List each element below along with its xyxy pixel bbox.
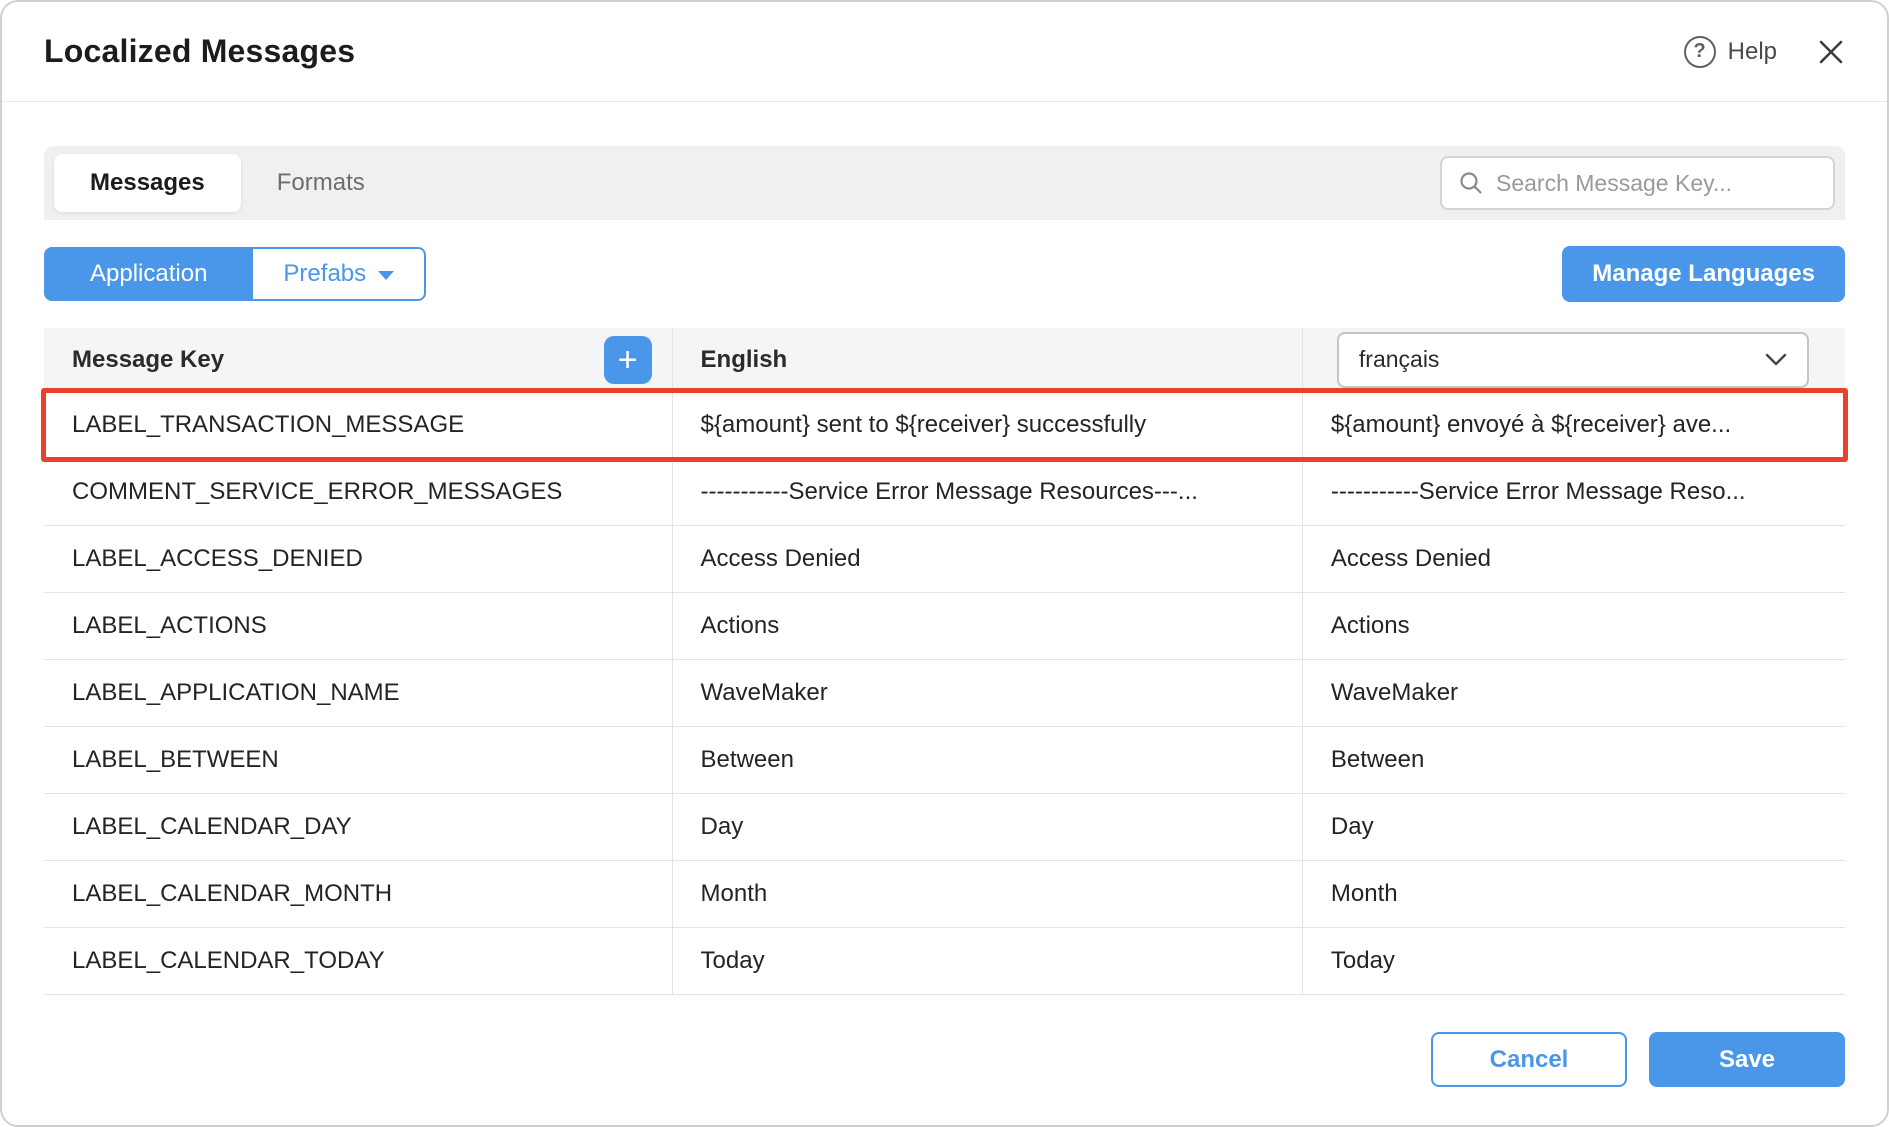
messages-table: Message Key + English français: [44, 328, 1845, 995]
cell-translation[interactable]: Between: [1303, 727, 1845, 793]
table-row[interactable]: LABEL_CALENDAR_MONTH Month Month: [44, 861, 1845, 928]
table-row[interactable]: LABEL_APPLICATION_NAME WaveMaker WaveMak…: [44, 660, 1845, 727]
table-header-row: Message Key + English français: [44, 328, 1845, 392]
cell-translation[interactable]: Actions: [1303, 593, 1845, 659]
manage-languages-button[interactable]: Manage Languages: [1562, 246, 1845, 302]
dialog-header: Localized Messages ? Help: [2, 2, 1887, 102]
close-icon: [1817, 38, 1845, 66]
tab-messages[interactable]: Messages: [54, 154, 241, 212]
search-icon: [1458, 170, 1484, 196]
table-row[interactable]: LABEL_CALENDAR_TODAY Today Today: [44, 928, 1845, 995]
cell-message-key[interactable]: LABEL_APPLICATION_NAME: [44, 660, 673, 726]
help-button[interactable]: ? Help: [1684, 36, 1777, 68]
cell-english[interactable]: ${amount} sent to ${receiver} successful…: [673, 392, 1303, 458]
close-button[interactable]: [1817, 38, 1845, 66]
cell-message-key[interactable]: LABEL_ACTIONS: [44, 593, 673, 659]
column-header-message-key: Message Key +: [44, 328, 673, 391]
cell-translation[interactable]: Today: [1303, 928, 1845, 994]
plus-icon: +: [618, 343, 638, 377]
cell-message-key[interactable]: LABEL_ACCESS_DENIED: [44, 526, 673, 592]
cell-english[interactable]: Access Denied: [673, 526, 1303, 592]
cell-english[interactable]: -----------Service Error Message Resourc…: [673, 459, 1303, 525]
english-header-label: English: [701, 346, 788, 374]
column-header-english: English: [673, 328, 1303, 391]
cell-message-key[interactable]: LABEL_CALENDAR_TODAY: [44, 928, 673, 994]
dialog-content: Messages Formats Application Prefabs Man…: [2, 102, 1887, 995]
cell-english[interactable]: Between: [673, 727, 1303, 793]
language-select[interactable]: français: [1337, 332, 1809, 388]
table-row[interactable]: LABEL_TRANSACTION_MESSAGE ${amount} sent…: [44, 392, 1845, 459]
cell-message-key[interactable]: LABEL_CALENDAR_MONTH: [44, 861, 673, 927]
cell-message-key[interactable]: LABEL_TRANSACTION_MESSAGE: [44, 392, 673, 458]
column-header-language: français: [1303, 328, 1845, 391]
cancel-button[interactable]: Cancel: [1431, 1032, 1627, 1087]
scope-toggle: Application Prefabs: [44, 247, 426, 301]
help-icon: ?: [1684, 36, 1716, 68]
cell-translation[interactable]: Access Denied: [1303, 526, 1845, 592]
language-select-value: français: [1359, 346, 1440, 373]
localized-messages-dialog: Localized Messages ? Help Messages Forma…: [0, 0, 1889, 1127]
search-input[interactable]: [1496, 170, 1817, 197]
dialog-footer: Cancel Save: [1431, 1032, 1845, 1087]
cell-translation[interactable]: Day: [1303, 794, 1845, 860]
cell-english[interactable]: WaveMaker: [673, 660, 1303, 726]
table-row[interactable]: COMMENT_SERVICE_ERROR_MESSAGES ---------…: [44, 459, 1845, 526]
cell-english[interactable]: Today: [673, 928, 1303, 994]
save-button[interactable]: Save: [1649, 1032, 1845, 1087]
cell-english[interactable]: Actions: [673, 593, 1303, 659]
add-message-key-button[interactable]: +: [604, 336, 652, 384]
cell-english[interactable]: Day: [673, 794, 1303, 860]
prefabs-button[interactable]: Prefabs: [253, 247, 426, 301]
cell-english[interactable]: Month: [673, 861, 1303, 927]
cell-translation[interactable]: Month: [1303, 861, 1845, 927]
cell-translation[interactable]: -----------Service Error Message Reso...: [1303, 459, 1845, 525]
table-row[interactable]: LABEL_ACTIONS Actions Actions: [44, 593, 1845, 660]
search-box[interactable]: [1440, 156, 1835, 210]
table-row[interactable]: LABEL_BETWEEN Between Between: [44, 727, 1845, 794]
tab-formats[interactable]: Formats: [241, 154, 401, 212]
help-label: Help: [1728, 38, 1777, 66]
application-button[interactable]: Application: [44, 247, 253, 301]
message-key-header-label: Message Key: [72, 346, 224, 374]
table-body: LABEL_TRANSACTION_MESSAGE ${amount} sent…: [44, 392, 1845, 995]
cell-translation[interactable]: WaveMaker: [1303, 660, 1845, 726]
table-row[interactable]: LABEL_CALENDAR_DAY Day Day: [44, 794, 1845, 861]
cell-translation[interactable]: ${amount} envoyé à ${receiver} ave...: [1303, 392, 1845, 458]
page-title: Localized Messages: [44, 33, 355, 70]
caret-down-icon: [378, 271, 394, 280]
header-actions: ? Help: [1684, 36, 1845, 68]
table-row[interactable]: LABEL_ACCESS_DENIED Access Denied Access…: [44, 526, 1845, 593]
chevron-down-icon: [1765, 353, 1787, 367]
prefabs-label: Prefabs: [283, 260, 366, 288]
tab-bar: Messages Formats: [44, 146, 1845, 220]
cell-message-key[interactable]: LABEL_CALENDAR_DAY: [44, 794, 673, 860]
cell-message-key[interactable]: COMMENT_SERVICE_ERROR_MESSAGES: [44, 459, 673, 525]
toolbar: Application Prefabs Manage Languages: [44, 246, 1845, 302]
cell-message-key[interactable]: LABEL_BETWEEN: [44, 727, 673, 793]
